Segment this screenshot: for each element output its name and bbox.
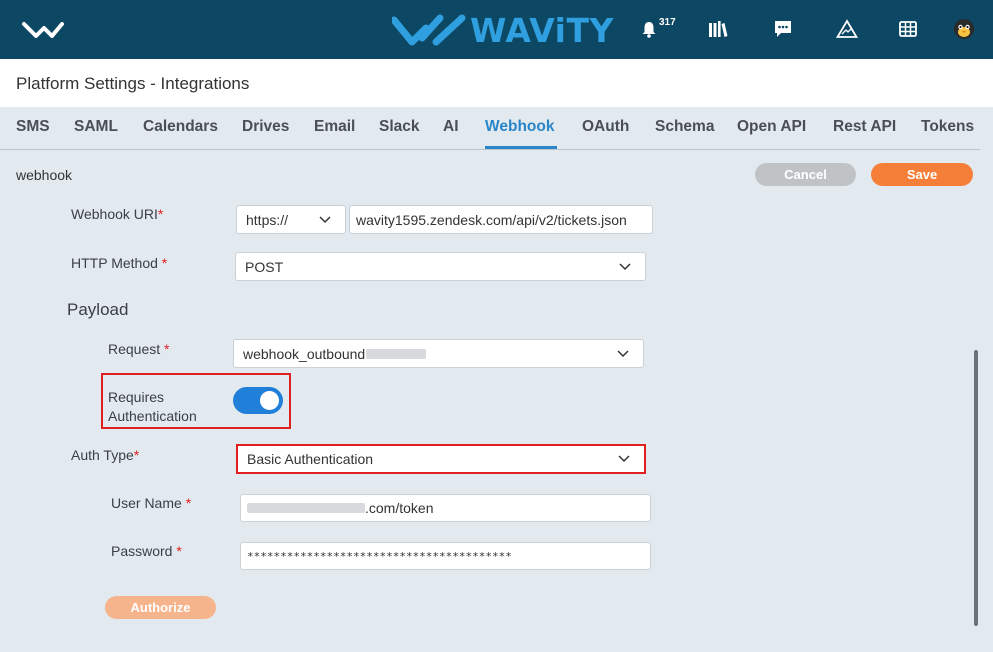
tab-tokens[interactable]: Tokens — [921, 118, 974, 136]
active-tab-indicator — [485, 146, 557, 149]
tab-calendars[interactable]: Calendars — [143, 118, 218, 136]
requires-auth-label: Requires Authentication — [108, 389, 197, 424]
tab-ai[interactable]: AI — [443, 118, 459, 136]
payload-heading: Payload — [67, 300, 129, 319]
brand-name: WAViTY — [470, 10, 614, 50]
scrollbar[interactable] — [974, 350, 978, 626]
request-label: Request * — [108, 341, 170, 357]
warning-icon[interactable] — [836, 18, 858, 40]
menu-logo-icon[interactable] — [22, 20, 64, 40]
password-input[interactable]: **************************************** — [240, 542, 651, 570]
grid-icon[interactable] — [897, 18, 919, 40]
tab-saml[interactable]: SAML — [74, 118, 118, 136]
tab-sms[interactable]: SMS — [16, 118, 50, 136]
request-select[interactable]: webhook_outbound — [233, 339, 644, 368]
avatar[interactable] — [953, 18, 975, 40]
library-icon[interactable] — [707, 18, 729, 40]
auth-type-select[interactable]: Basic Authentication — [236, 444, 646, 474]
tab-webhook[interactable]: Webhook — [485, 118, 554, 136]
http-method-select[interactable]: POST — [235, 252, 646, 281]
redacted-text — [247, 503, 365, 513]
redacted-text — [366, 348, 427, 359]
integration-tabs: SMS SAML Calendars Drives Email Slack AI… — [0, 107, 980, 150]
bell-icon[interactable] — [638, 18, 660, 40]
tab-drives[interactable]: Drives — [242, 118, 289, 136]
user-name-label: User Name * — [111, 495, 192, 511]
chevron-down-icon — [319, 215, 331, 223]
password-label: Password * — [111, 543, 182, 559]
chevron-down-icon — [619, 262, 631, 270]
tab-rest-api[interactable]: Rest API — [833, 118, 896, 136]
section-title: webhook — [16, 167, 73, 183]
brand-logo: WAViTY — [392, 8, 614, 52]
chevron-down-icon — [617, 349, 629, 357]
chat-icon[interactable] — [772, 18, 794, 40]
notification-count: 317 — [659, 17, 676, 28]
save-button[interactable]: Save — [871, 163, 973, 186]
top-header: WAViTY 317 — [0, 0, 993, 59]
toggle-knob — [260, 391, 279, 410]
tab-slack[interactable]: Slack — [379, 118, 420, 136]
tab-email[interactable]: Email — [314, 118, 355, 136]
brand-logo-icon — [392, 14, 466, 46]
chevron-down-icon — [618, 455, 630, 463]
authorize-button[interactable]: Authorize — [105, 596, 216, 619]
tab-oauth[interactable]: OAuth — [582, 118, 629, 136]
page-title: Platform Settings - Integrations — [16, 74, 250, 93]
tab-open-api[interactable]: Open API — [737, 118, 806, 136]
webhook-uri-input[interactable]: wavity1595.zendesk.com/api/v2/tickets.js… — [349, 205, 653, 234]
protocol-select[interactable]: https:// — [236, 205, 346, 234]
cancel-button[interactable]: Cancel — [755, 163, 856, 186]
auth-type-label: Auth Type* — [71, 447, 140, 463]
tab-schema[interactable]: Schema — [655, 118, 714, 136]
webhook-uri-label: Webhook URI* — [71, 206, 164, 222]
user-name-input[interactable]: .com/token — [240, 494, 651, 522]
requires-auth-toggle[interactable] — [233, 387, 283, 414]
http-method-label: HTTP Method * — [71, 255, 168, 271]
